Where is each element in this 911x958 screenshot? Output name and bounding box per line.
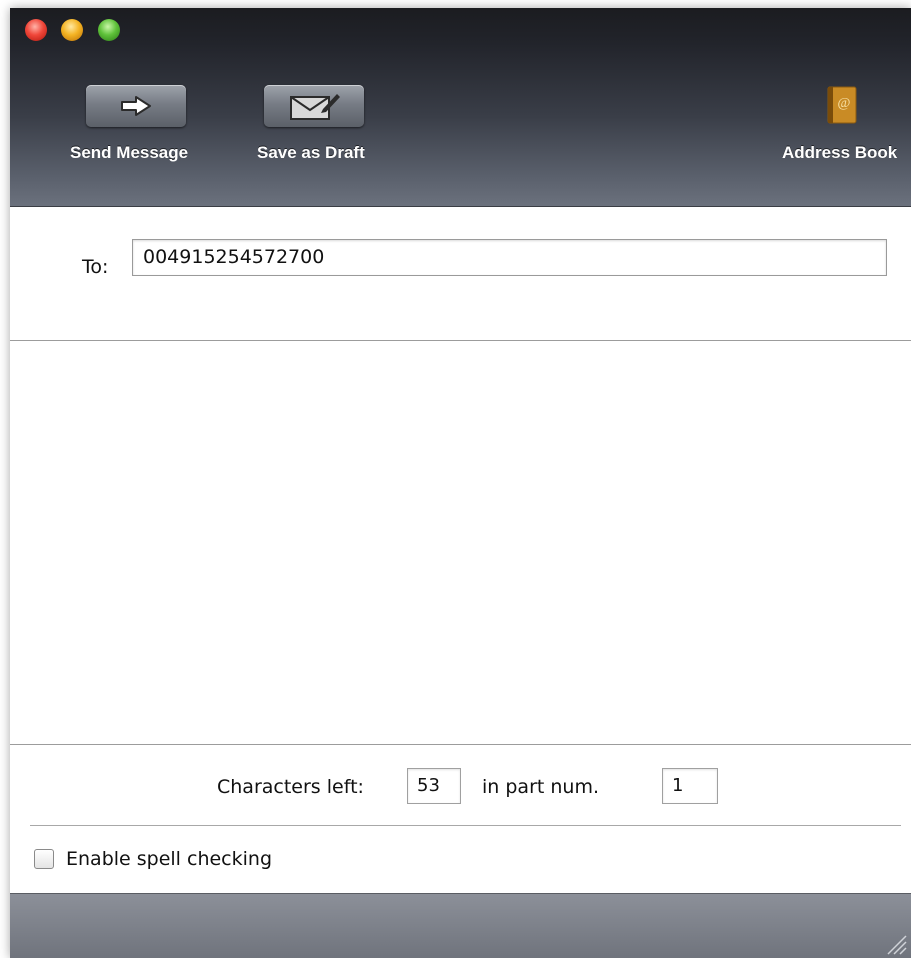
resize-grip-icon[interactable] bbox=[883, 931, 907, 955]
body-divider bbox=[10, 744, 911, 745]
message-body[interactable] bbox=[10, 341, 911, 744]
save-as-draft-button[interactable] bbox=[264, 85, 364, 127]
address-book-icon: @ bbox=[827, 86, 857, 124]
options-divider bbox=[30, 825, 901, 826]
send-message-button[interactable] bbox=[86, 85, 186, 127]
address-book-button[interactable]: @ bbox=[825, 85, 859, 125]
status-bar bbox=[10, 893, 911, 958]
compose-window: Send Message Save as Draft @ Address Boo… bbox=[10, 8, 911, 958]
save-as-draft-label[interactable]: Save as Draft bbox=[257, 143, 365, 163]
part-number-field: 1 bbox=[662, 768, 718, 804]
recipient-field[interactable]: 004915254572700 bbox=[132, 239, 887, 276]
characters-left-label: Characters left: bbox=[217, 776, 364, 798]
part-number-label: in part num. bbox=[482, 776, 599, 798]
send-message-label[interactable]: Send Message bbox=[70, 143, 188, 163]
envelope-pen-icon bbox=[290, 94, 340, 120]
close-window-button[interactable] bbox=[25, 19, 47, 41]
zoom-window-button[interactable] bbox=[98, 19, 120, 41]
spell-check-label[interactable]: Enable spell checking bbox=[66, 848, 272, 870]
toolbar: Send Message Save as Draft @ Address Boo… bbox=[10, 8, 911, 207]
spell-check-checkbox[interactable] bbox=[34, 849, 54, 869]
minimize-window-button[interactable] bbox=[61, 19, 83, 41]
characters-left-field: 53 bbox=[407, 768, 461, 804]
svg-text:@: @ bbox=[838, 96, 851, 111]
address-book-label[interactable]: Address Book bbox=[782, 143, 897, 163]
to-label: To: bbox=[82, 256, 109, 278]
arrow-right-icon bbox=[121, 96, 151, 116]
